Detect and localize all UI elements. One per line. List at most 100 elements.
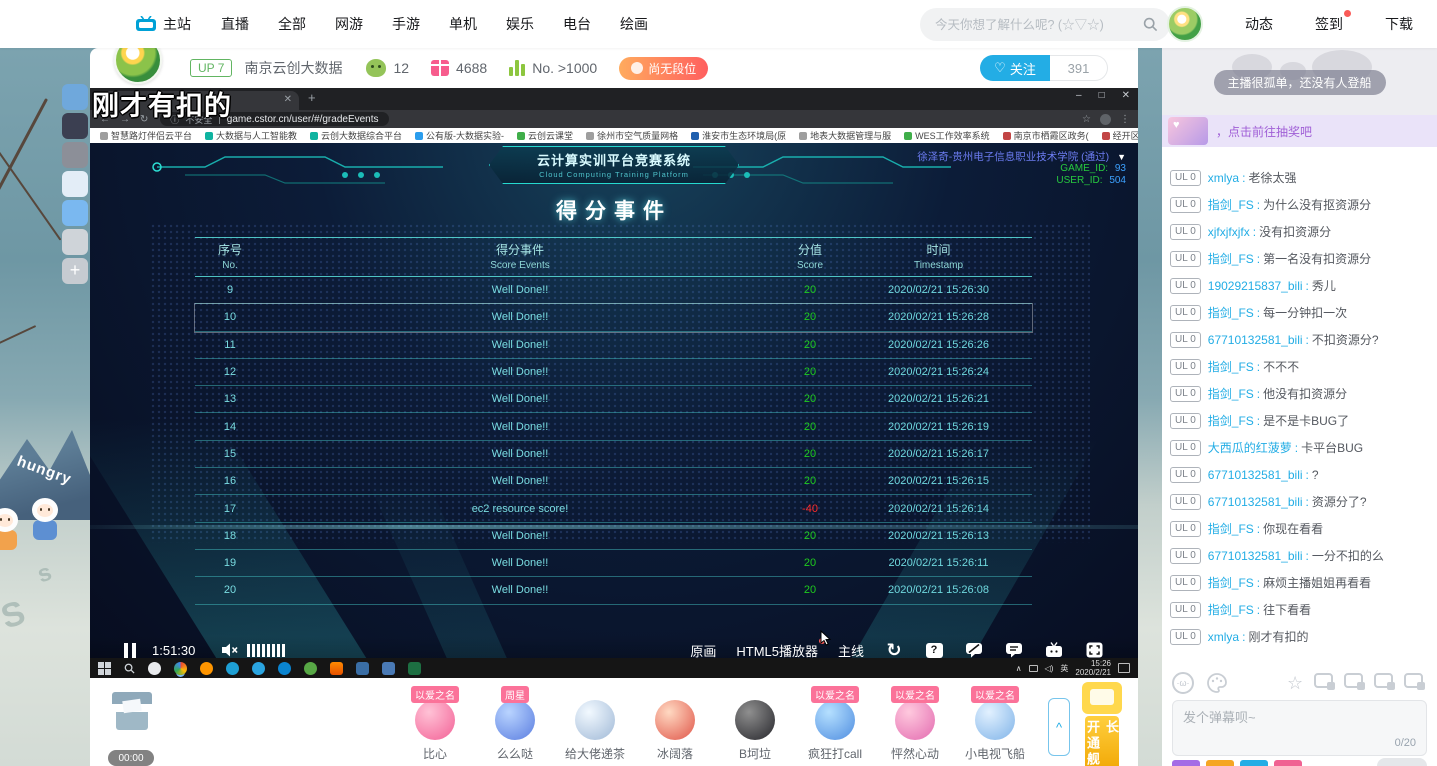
chat-username[interactable]: 大西瓜的红菠萝	[1208, 439, 1292, 456]
chat-username[interactable]: 指剑_FS	[1208, 358, 1254, 375]
chat-text: 为什么没有抠资源分	[1263, 196, 1371, 213]
cell-event: Well Done!!	[265, 366, 775, 378]
bookmark-item: 公有版-大数据实验-	[415, 129, 504, 142]
cell-score: 20	[775, 366, 845, 378]
danmaku-settings-icon[interactable]	[1004, 640, 1024, 660]
gift-icon[interactable]	[895, 700, 935, 740]
gift-icon[interactable]	[735, 700, 775, 740]
taskbar-cortana-icon	[148, 662, 161, 675]
gift-bar-collapse-button[interactable]: ^	[1048, 698, 1070, 756]
nav-item[interactable]: 娱乐	[506, 14, 534, 34]
card-extra-icon[interactable]	[1404, 673, 1423, 688]
fullscreen-icon[interactable]	[1084, 640, 1104, 660]
privilege-banner[interactable]: 开通舰长	[1080, 682, 1124, 766]
chat-username[interactable]: xjfxjfxjfx	[1208, 225, 1250, 239]
gift-item[interactable]: 以爱之名 疯狂打call	[795, 678, 875, 766]
danmaku-color-palette-icon[interactable]	[1206, 672, 1228, 694]
chat-username[interactable]: 67710132581_bili	[1208, 333, 1303, 347]
chat-username[interactable]: 67710132581_bili	[1208, 549, 1303, 563]
docked-avatar[interactable]	[62, 142, 88, 168]
line-selector[interactable]: 主线	[838, 641, 864, 660]
nav-item[interactable]: 手游	[392, 14, 420, 34]
chat-username[interactable]: 指剑_FS	[1208, 250, 1254, 267]
follower-count[interactable]: 391	[1050, 55, 1108, 81]
style-chip-orange[interactable]	[1206, 760, 1234, 766]
gift-item[interactable]: 给大佬递茶	[555, 678, 635, 766]
lottery-banner[interactable]: ，点击前往抽奖吧	[1162, 115, 1437, 147]
docked-avatar[interactable]	[62, 171, 88, 197]
gift-item[interactable]: 周星 么么哒	[475, 678, 555, 766]
nav-item[interactable]: 绘画	[620, 14, 648, 34]
docked-avatar[interactable]	[62, 84, 88, 110]
live-video-player[interactable]: 刚才有扣的 ✕ + – □ ✕ ← → ↻ ⓘ 不安全 | game.c	[90, 88, 1138, 678]
nav-item[interactable]: 网游	[335, 14, 363, 34]
magic-star-icon[interactable]: ☆	[1287, 673, 1303, 694]
search-input[interactable]	[935, 18, 1143, 32]
taskbar-tray: ∧ ◁) 英 15:26 2020/2/21	[1016, 659, 1130, 677]
nav-item-download[interactable]: 下载	[1385, 14, 1413, 34]
gift-icon[interactable]	[575, 700, 615, 740]
chat-username[interactable]: 指剑_FS	[1208, 304, 1254, 321]
gift-item[interactable]: B坷垃	[715, 678, 795, 766]
gift-icon[interactable]	[975, 700, 1015, 740]
nav-item[interactable]: 直播	[221, 14, 249, 34]
danmaku-input[interactable]	[1173, 701, 1426, 734]
chat-username[interactable]: 指剑_FS	[1208, 601, 1254, 618]
nav-item[interactable]: 单机	[449, 14, 477, 34]
chat-username[interactable]: xmlya	[1208, 171, 1239, 185]
follow-button[interactable]: ♡ 关注	[980, 55, 1050, 81]
emoticon-icon[interactable]: ·ω·	[1172, 672, 1194, 694]
muted-volume-icon[interactable]	[221, 642, 239, 658]
style-chip-blue[interactable]	[1240, 760, 1268, 766]
card-lock-icon[interactable]	[1344, 673, 1363, 688]
chat-message: UL 0 指剑_FS : 是不是卡BUG了	[1170, 407, 1433, 434]
volume-level-bars[interactable]	[247, 644, 285, 657]
search-box[interactable]	[920, 8, 1170, 41]
gift-icon[interactable]	[495, 700, 535, 740]
add-avatar-button[interactable]: +	[62, 258, 88, 284]
cstor-logo-icon[interactable]	[1167, 6, 1203, 42]
nav-item[interactable]: 全部	[278, 14, 306, 34]
gift-item[interactable]: 以爱之名 怦然心动	[875, 678, 955, 766]
nav-item-checkin[interactable]: 签到	[1315, 14, 1343, 34]
lottery-text[interactable]: ，点击前往抽奖吧	[1216, 123, 1312, 140]
card-trash-icon[interactable]	[1314, 673, 1333, 688]
nav-item[interactable]: 电台	[563, 14, 591, 34]
chat-username[interactable]: 指剑_FS	[1208, 574, 1254, 591]
help-icon[interactable]: ?	[924, 640, 944, 660]
gift-item[interactable]: 以爱之名 小电视飞船	[955, 678, 1035, 766]
chat-username[interactable]: 指剑_FS	[1208, 412, 1254, 429]
quality-selector[interactable]: 原画	[690, 641, 716, 660]
gift-item[interactable]: 以爱之名 比心	[395, 678, 475, 766]
search-icon[interactable]	[1143, 17, 1158, 32]
player-engine-selector[interactable]: HTML5播放器	[736, 641, 818, 660]
nav-item-feed[interactable]: 动态	[1245, 14, 1273, 34]
nav-home[interactable]: 主站	[135, 14, 191, 34]
docked-avatar[interactable]	[62, 113, 88, 139]
docked-avatar[interactable]	[62, 200, 88, 226]
chat-username[interactable]: 指剑_FS	[1208, 196, 1254, 213]
gift-icon[interactable]	[655, 700, 695, 740]
danmaku-input-box[interactable]: 0/20	[1172, 700, 1427, 756]
card-edit-icon[interactable]	[1374, 673, 1393, 688]
treasure-chest-icon[interactable]	[112, 692, 152, 732]
gift-item[interactable]: 冰阔落	[635, 678, 715, 766]
mini-tv-icon[interactable]	[1044, 640, 1064, 660]
style-chip-purple[interactable]	[1172, 760, 1200, 766]
refresh-icon[interactable]: ↻	[884, 640, 904, 660]
chat-username[interactable]: 67710132581_bili	[1208, 468, 1303, 482]
chat-username[interactable]: xmlya	[1208, 630, 1239, 644]
style-chip-pink[interactable]	[1274, 760, 1302, 766]
privilege-ribbon[interactable]: 开通舰长	[1085, 716, 1119, 766]
docked-avatar[interactable]	[62, 229, 88, 255]
send-danmaku-button[interactable]	[1377, 758, 1427, 766]
gift-icon[interactable]	[815, 700, 855, 740]
block-danmaku-icon[interactable]	[964, 640, 984, 660]
chat-username[interactable]: 指剑_FS	[1208, 520, 1254, 537]
chat-username[interactable]: 67710132581_bili	[1208, 495, 1303, 509]
chat-username[interactable]: 指剑_FS	[1208, 385, 1254, 402]
gift-icon[interactable]	[415, 700, 455, 740]
pause-button[interactable]	[124, 643, 136, 658]
chat-username[interactable]: 19029215837_bili	[1208, 279, 1303, 293]
nav-item-main[interactable]: 主站	[163, 14, 191, 34]
